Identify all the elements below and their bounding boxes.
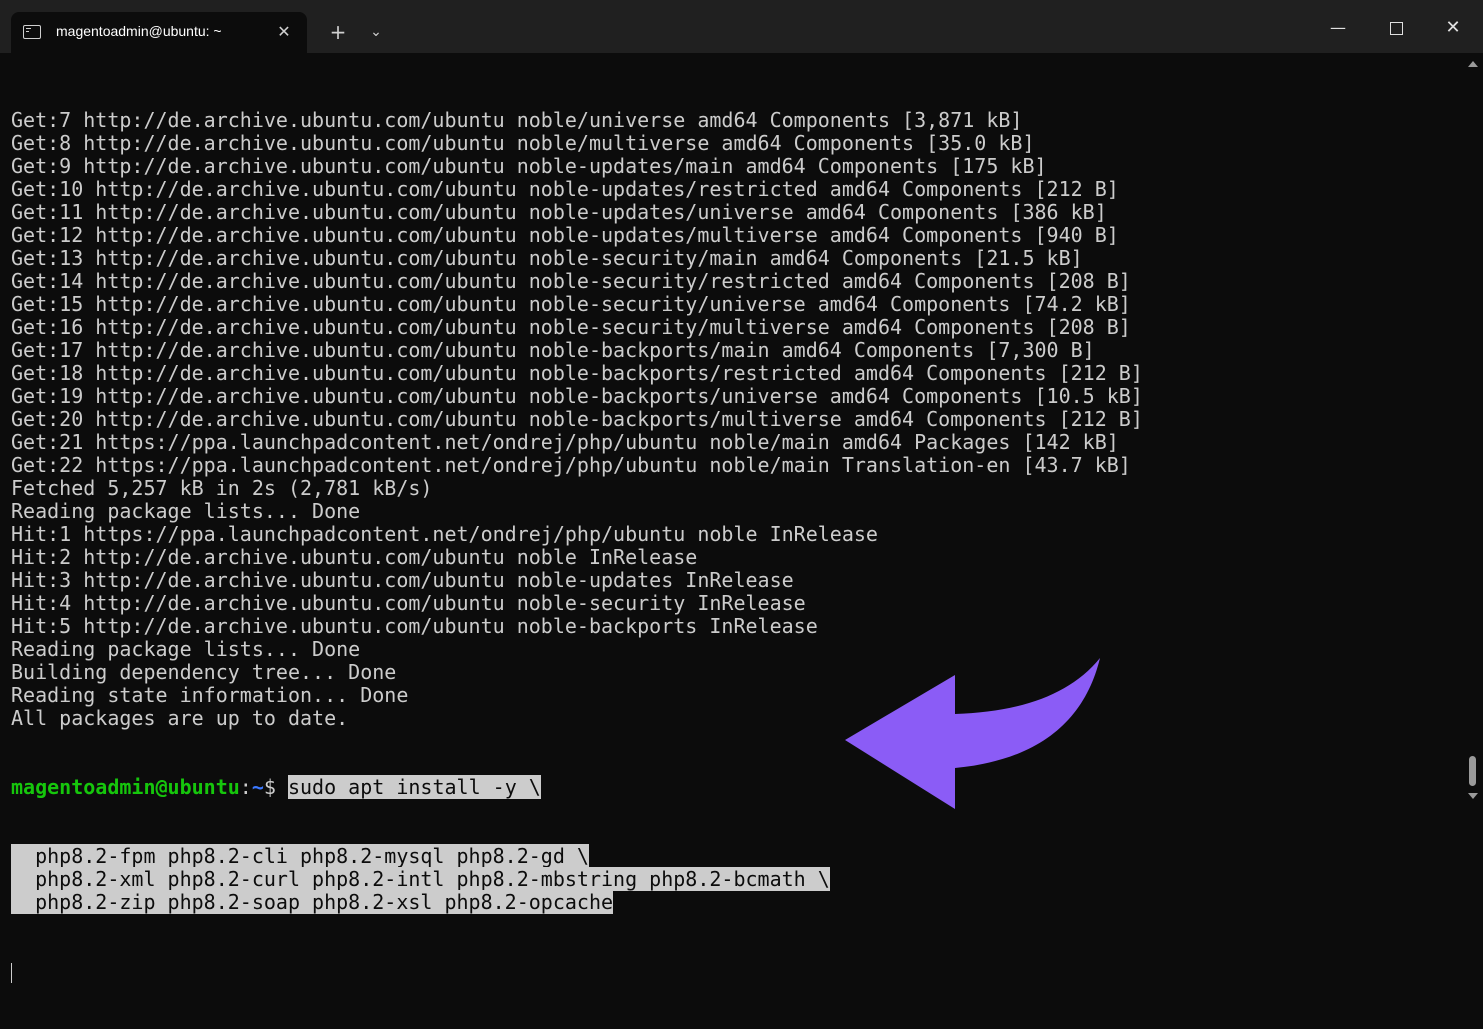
maximize-button[interactable]	[1373, 8, 1419, 48]
scroll-down-arrow-icon[interactable]	[1468, 793, 1478, 799]
terminal-tab[interactable]: magentoadmin@ubuntu: ~ ✕	[11, 12, 307, 53]
prompt-colon: :	[239, 775, 252, 799]
output-line: Get:19 http://de.archive.ubuntu.com/ubun…	[11, 384, 1143, 408]
selected-command-line: php8.2-zip php8.2-soap php8.2-xsl php8.2…	[11, 890, 1143, 914]
output-line: Get:8 http://de.archive.ubuntu.com/ubunt…	[11, 131, 1035, 155]
scroll-up-arrow-icon[interactable]	[1468, 61, 1478, 67]
text-cursor	[11, 962, 12, 983]
tab-close-icon[interactable]: ✕	[273, 21, 295, 43]
selected-command-line: php8.2-fpm php8.2-cli php8.2-mysql php8.…	[11, 844, 1143, 868]
selected-text: php8.2-zip php8.2-soap php8.2-xsl php8.2…	[11, 890, 614, 914]
output-line: Get:21 https://ppa.launchpadcontent.net/…	[11, 430, 1119, 454]
prompt-path: ~	[251, 775, 264, 799]
terminal-icon	[23, 25, 41, 39]
output-line: Get:9 http://de.archive.ubuntu.com/ubunt…	[11, 154, 1047, 178]
prompt-user: magentoadmin@ubuntu	[11, 775, 240, 799]
terminal-output-area[interactable]: Get:7 http://de.archive.ubuntu.com/ubunt…	[0, 53, 1463, 983]
prompt-dollar: $	[263, 775, 288, 799]
output-line: Get:13 http://de.archive.ubuntu.com/ubun…	[11, 246, 1083, 270]
output-line: Get:20 http://de.archive.ubuntu.com/ubun…	[11, 407, 1143, 431]
output-line: Fetched 5,257 kB in 2s (2,781 kB/s)	[11, 476, 433, 500]
new-tab-button[interactable]: +	[324, 18, 352, 46]
output-block: Get:7 http://de.archive.ubuntu.com/ubunt…	[11, 109, 1143, 730]
selected-command-line: php8.2-xml php8.2-curl php8.2-intl php8.…	[11, 867, 1143, 891]
tab-dropdown-chevron-icon[interactable]: ⌄	[362, 18, 390, 46]
output-line: Get:16 http://de.archive.ubuntu.com/ubun…	[11, 315, 1131, 339]
scrollbar[interactable]	[1463, 53, 1483, 809]
terminal-lines: Get:7 http://de.archive.ubuntu.com/ubunt…	[11, 63, 1143, 1029]
output-line: Hit:2 http://de.archive.ubuntu.com/ubunt…	[11, 545, 698, 569]
title-bar: magentoadmin@ubuntu: ~ ✕ + ⌄ — ✕	[0, 0, 1483, 53]
close-window-button[interactable]: ✕	[1430, 8, 1476, 48]
output-line: Get:10 http://de.archive.ubuntu.com/ubun…	[11, 177, 1119, 201]
maximize-icon	[1389, 22, 1403, 35]
minimize-button[interactable]: —	[1315, 8, 1361, 48]
output-line: Get:12 http://de.archive.ubuntu.com/ubun…	[11, 223, 1119, 247]
selected-text: php8.2-xml php8.2-curl php8.2-intl php8.…	[11, 867, 830, 891]
output-line: Hit:1 https://ppa.launchpadcontent.net/o…	[11, 522, 878, 546]
output-line: Reading package lists... Done	[11, 499, 361, 523]
selected-command-block: php8.2-fpm php8.2-cli php8.2-mysql php8.…	[11, 844, 1143, 914]
output-line: Get:11 http://de.archive.ubuntu.com/ubun…	[11, 200, 1107, 224]
output-line: Get:22 https://ppa.launchpadcontent.net/…	[11, 453, 1131, 477]
output-line: Get:18 http://de.archive.ubuntu.com/ubun…	[11, 361, 1143, 385]
output-line: Get:15 http://de.archive.ubuntu.com/ubun…	[11, 292, 1131, 316]
output-line: Hit:4 http://de.archive.ubuntu.com/ubunt…	[11, 591, 806, 615]
output-line: Get:7 http://de.archive.ubuntu.com/ubunt…	[11, 108, 1023, 132]
tab-title: magentoadmin@ubuntu: ~	[56, 23, 222, 39]
selected-text: php8.2-fpm php8.2-cli php8.2-mysql php8.…	[11, 844, 589, 868]
output-line: Hit:3 http://de.archive.ubuntu.com/ubunt…	[11, 568, 794, 592]
cursor-line	[11, 960, 1143, 983]
output-line: Get:14 http://de.archive.ubuntu.com/ubun…	[11, 269, 1131, 293]
scroll-thumb[interactable]	[1469, 756, 1476, 786]
command-text: sudo apt install -y \	[287, 775, 541, 799]
arrow-shape	[845, 658, 1100, 809]
output-line: Hit:5 http://de.archive.ubuntu.com/ubunt…	[11, 614, 818, 638]
pointer-arrow-icon	[845, 658, 1100, 809]
output-line: Get:17 http://de.archive.ubuntu.com/ubun…	[11, 338, 1095, 362]
